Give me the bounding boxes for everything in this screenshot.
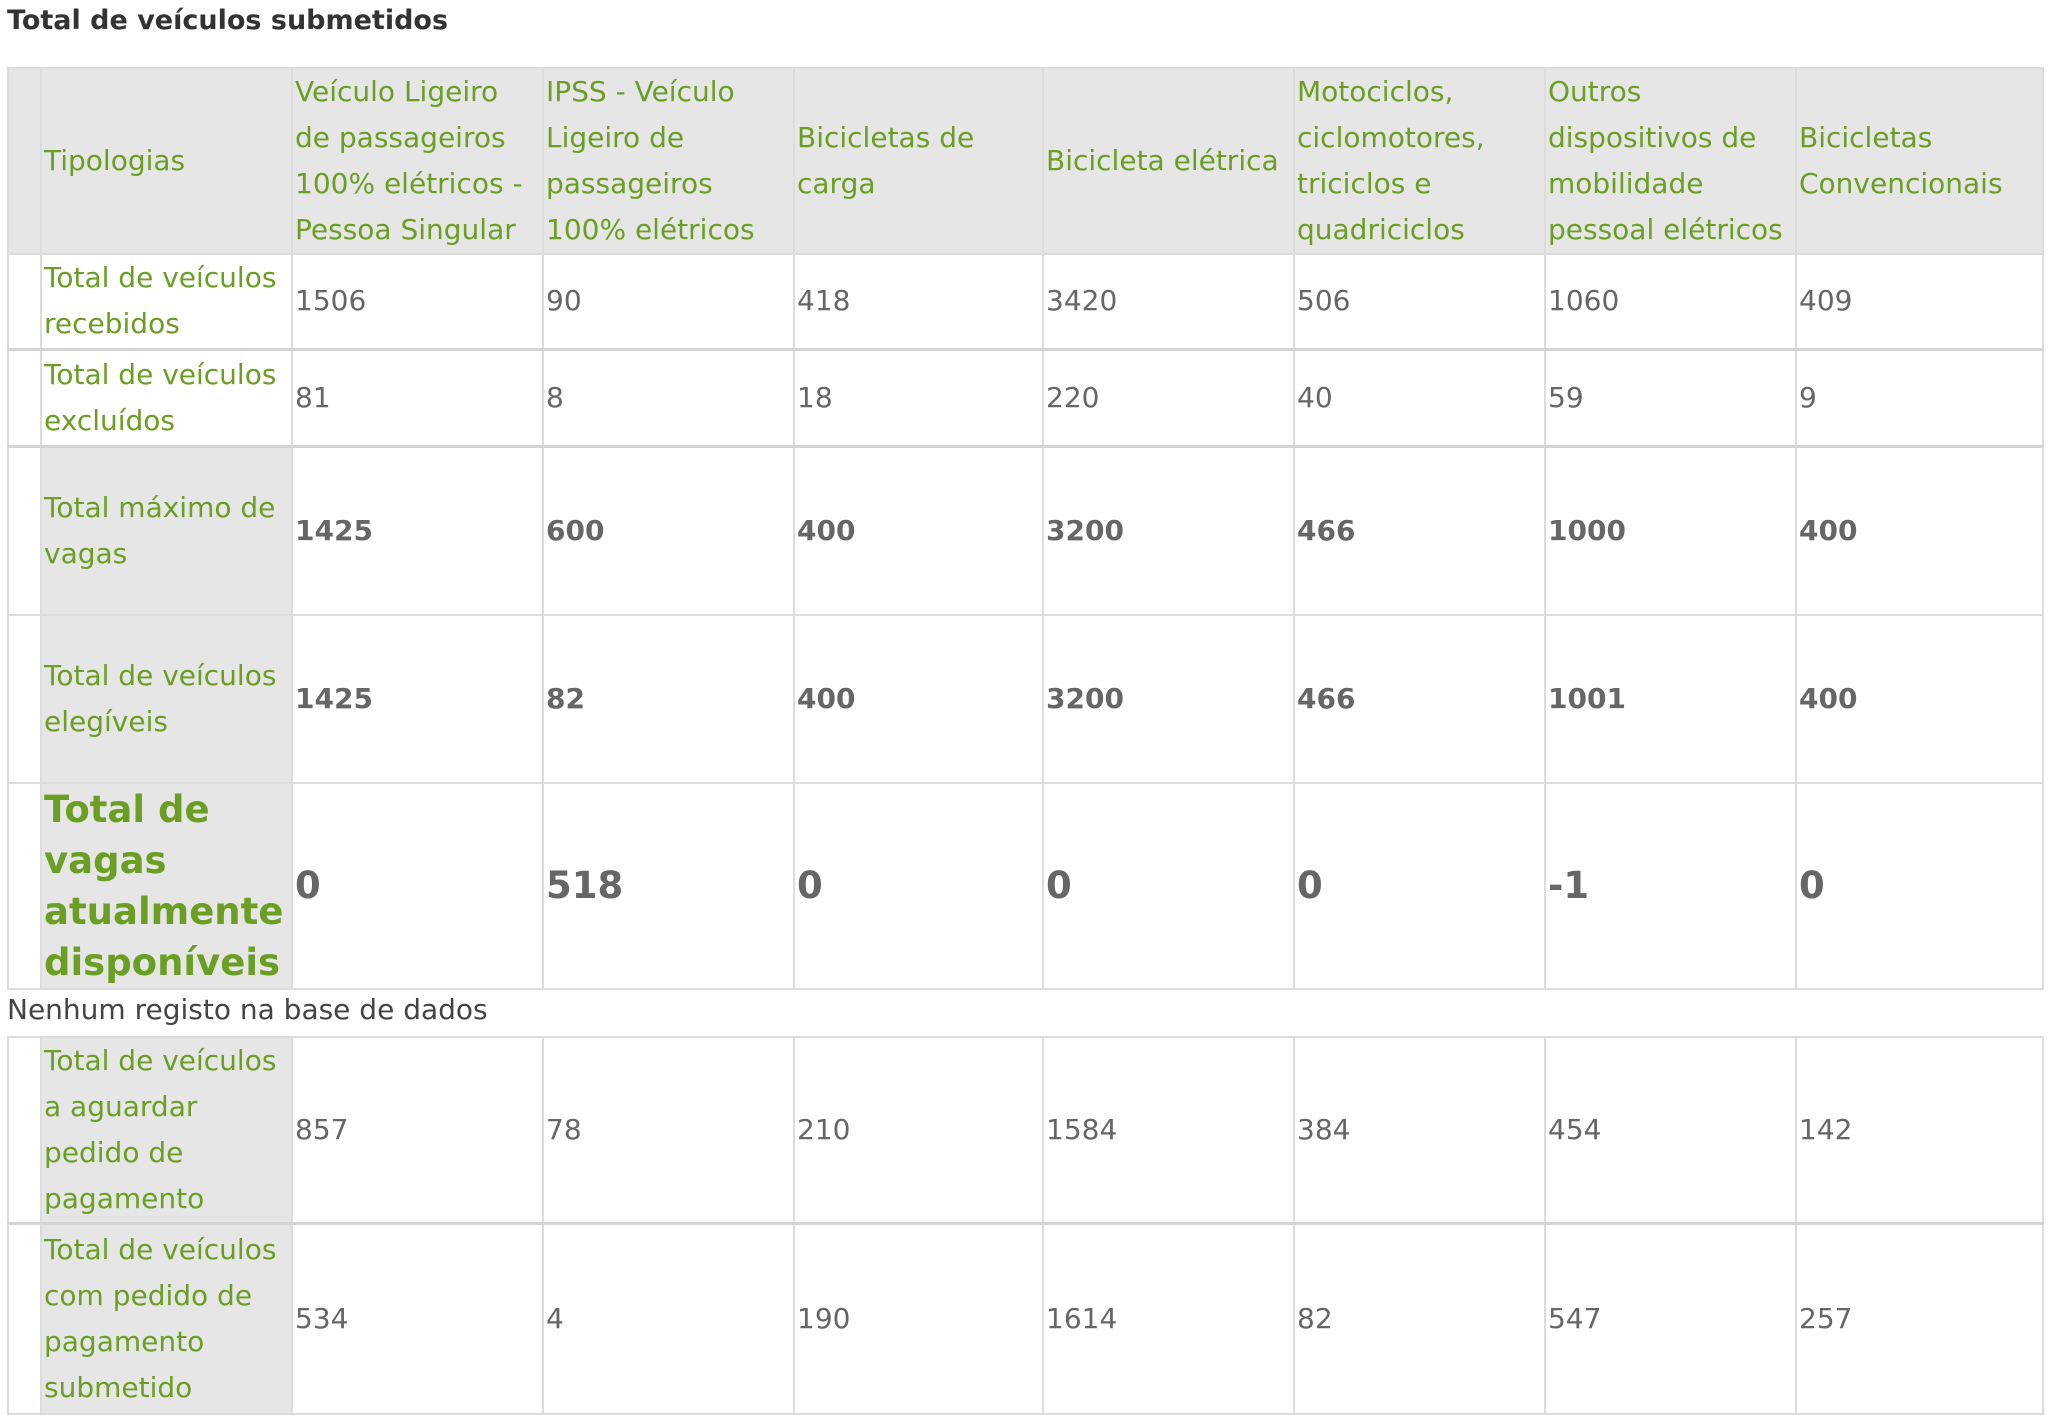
header-cell-bicicletas-convencionais: Bicicletas Convencionais <box>1795 67 2044 255</box>
value-cell: 400 <box>1795 445 2044 616</box>
row-gutter-cell <box>7 1222 42 1415</box>
value-cell: 3200 <box>1042 614 1295 784</box>
value-cell: 384 <box>1293 1036 1546 1225</box>
row-gutter-cell <box>7 348 42 447</box>
value-cell: 418 <box>793 253 1044 350</box>
header-gutter-cell <box>7 67 42 255</box>
value-cell: 1584 <box>1042 1036 1295 1225</box>
value-cell: 518 <box>542 782 795 990</box>
value-cell: 400 <box>793 445 1044 616</box>
value-cell: 0 <box>1042 782 1295 990</box>
value-cell: 466 <box>1293 445 1546 616</box>
empty-state-message: Nenhum registo na base de dados <box>7 993 488 1026</box>
value-cell: 82 <box>1293 1222 1546 1415</box>
vehicles-table: Tipologias Veículo Ligeiro de passageiro… <box>7 67 2044 990</box>
value-cell: 8 <box>542 348 795 447</box>
value-cell: 4 <box>542 1222 795 1415</box>
value-cell: 90 <box>542 253 795 350</box>
value-cell: 857 <box>291 1036 544 1225</box>
row-label: Total de vagas atualmente disponíveis <box>40 782 293 990</box>
header-cell-motociclos: Motociclos, ciclomotores, triciclos e qu… <box>1293 67 1546 255</box>
page-title: Total de veículos submetidos <box>7 5 449 36</box>
value-cell: 190 <box>793 1222 1044 1415</box>
table-row-pedido-submetido: Total de veículos com pedido de pagament… <box>7 1222 2044 1415</box>
row-label: Total de veículos recebidos <box>40 253 293 350</box>
row-label: Total de veículos com pedido de pagament… <box>40 1222 293 1415</box>
value-cell: 0 <box>291 782 544 990</box>
table-header-row: Tipologias Veículo Ligeiro de passageiro… <box>7 67 2044 255</box>
value-cell: 40 <box>1293 348 1546 447</box>
value-cell: 59 <box>1544 348 1797 447</box>
value-cell: 3420 <box>1042 253 1295 350</box>
value-cell: 18 <box>793 348 1044 447</box>
value-cell: 1506 <box>291 253 544 350</box>
value-cell: 78 <box>542 1036 795 1225</box>
header-cell-outros-dispositivos: Outros dispositivos de mobilidade pessoa… <box>1544 67 1797 255</box>
value-cell: 220 <box>1042 348 1295 447</box>
value-cell: 81 <box>291 348 544 447</box>
value-cell: 0 <box>793 782 1044 990</box>
table-row-excluidos: Total de veículos excluídos 81 8 18 220 … <box>7 348 2044 447</box>
row-gutter-cell <box>7 1036 42 1225</box>
row-gutter-cell <box>7 782 42 990</box>
value-cell: 466 <box>1293 614 1546 784</box>
table-row-recebidos: Total de veículos recebidos 1506 90 418 … <box>7 253 2044 350</box>
value-cell: 400 <box>1795 614 2044 784</box>
value-cell: 1425 <box>291 614 544 784</box>
value-cell: 1001 <box>1544 614 1797 784</box>
value-cell: 9 <box>1795 348 2044 447</box>
value-cell: 409 <box>1795 253 2044 350</box>
value-cell: 600 <box>542 445 795 616</box>
table-row-elegiveis: Total de veículos elegíveis 1425 82 400 … <box>7 614 2044 784</box>
row-gutter-cell <box>7 445 42 616</box>
header-cell-bicicleta-eletrica: Bicicleta elétrica <box>1042 67 1295 255</box>
value-cell: -1 <box>1544 782 1797 990</box>
table-row-maximo-vagas: Total máximo de vagas 1425 600 400 3200 … <box>7 445 2044 616</box>
value-cell: 82 <box>542 614 795 784</box>
value-cell: 0 <box>1293 782 1546 990</box>
row-label: Total máximo de vagas <box>40 445 293 616</box>
value-cell: 1425 <box>291 445 544 616</box>
row-label: Total de veículos elegíveis <box>40 614 293 784</box>
value-cell: 1060 <box>1544 253 1797 350</box>
value-cell: 257 <box>1795 1222 2044 1415</box>
table-row-vagas-disponiveis: Total de vagas atualmente disponíveis 0 … <box>7 782 2044 990</box>
row-label: Total de veículos excluídos <box>40 348 293 447</box>
row-label: Total de veículos a aguardar pedido de p… <box>40 1036 293 1225</box>
value-cell: 1614 <box>1042 1222 1295 1415</box>
value-cell: 210 <box>793 1036 1044 1225</box>
value-cell: 142 <box>1795 1036 2044 1225</box>
table-row-aguardar-pagamento: Total de veículos a aguardar pedido de p… <box>7 1036 2044 1225</box>
header-cell-ipss: IPSS - Veículo Ligeiro de passageiros 10… <box>542 67 795 255</box>
value-cell: 534 <box>291 1222 544 1415</box>
value-cell: 1000 <box>1544 445 1797 616</box>
value-cell: 400 <box>793 614 1044 784</box>
header-cell-tipologias: Tipologias <box>40 67 293 255</box>
row-gutter-cell <box>7 614 42 784</box>
value-cell: 3200 <box>1042 445 1295 616</box>
row-gutter-cell <box>7 253 42 350</box>
value-cell: 0 <box>1795 782 2044 990</box>
payment-table: Total de veículos a aguardar pedido de p… <box>7 1036 2044 1415</box>
header-cell-bicicletas-carga: Bicicletas de carga <box>793 67 1044 255</box>
value-cell: 506 <box>1293 253 1546 350</box>
value-cell: 454 <box>1544 1036 1797 1225</box>
value-cell: 547 <box>1544 1222 1797 1415</box>
header-cell-veiculo-ligeiro: Veículo Ligeiro de passageiros 100% elét… <box>291 67 544 255</box>
